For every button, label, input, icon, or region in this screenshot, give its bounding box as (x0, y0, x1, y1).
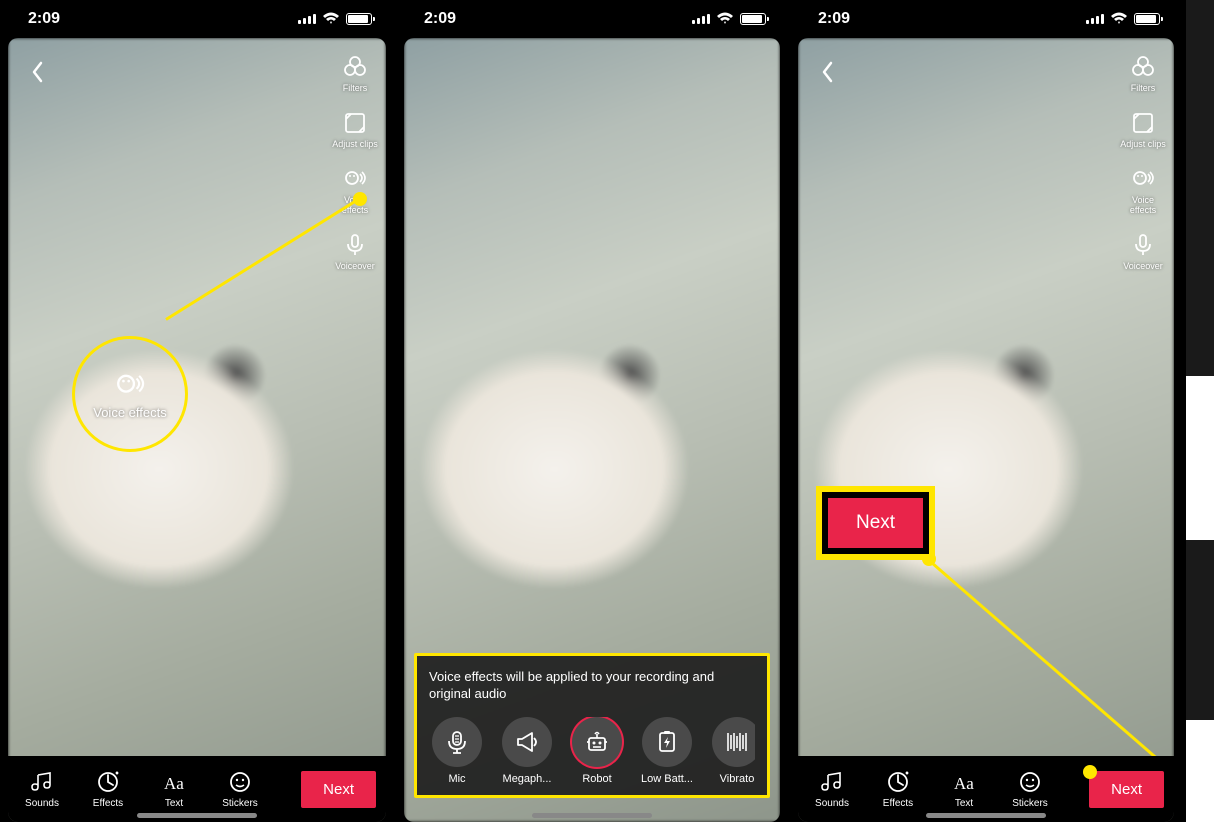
voice-effects-row[interactable]: Mic Megaph... Robot Low Batt... Vibrato (429, 717, 755, 785)
low-battery-icon (642, 717, 692, 767)
filters-tool[interactable]: Filters (1118, 52, 1168, 94)
voice-effects-tool[interactable]: Voice effects (330, 164, 380, 216)
sounds-icon (819, 769, 845, 795)
voice-effect-megaphone[interactable]: Megaph... (499, 717, 555, 785)
effects-tool[interactable]: Effects (874, 769, 922, 809)
callout-label: Next (828, 498, 923, 548)
back-button[interactable] (22, 56, 54, 88)
battery-icon (740, 13, 766, 25)
text-icon (161, 769, 187, 795)
filters-label: Filters (343, 84, 368, 94)
voiceover-label: Voiceover (335, 262, 375, 272)
annotation-callout-next: Next (816, 486, 935, 560)
adjust-clips-tool[interactable]: Adjust clips (1118, 108, 1168, 150)
status-bar: 2:09 (396, 0, 788, 38)
voice-effect-vibrato[interactable]: Vibrato (709, 717, 755, 785)
page-margin-decoration (1186, 0, 1214, 822)
voice-effect-low-battery[interactable]: Low Batt... (639, 717, 695, 785)
next-button[interactable]: Next (1089, 771, 1164, 808)
stickers-tool[interactable]: Stickers (216, 769, 264, 809)
effects-tool[interactable]: Effects (84, 769, 132, 809)
voice-effects-tool[interactable]: Voice effects (1118, 164, 1168, 216)
right-tool-rail: Filters Adjust clips Voice effects Voice… (330, 52, 380, 271)
robot-icon (572, 717, 622, 767)
adjust-clips-tool[interactable]: Adjust clips (330, 108, 380, 150)
voice-effect-robot[interactable]: Robot (569, 717, 625, 785)
home-indicator (137, 813, 257, 818)
stickers-icon (227, 769, 253, 795)
callout-label: Voice effects (93, 406, 166, 421)
voice-effects-panel: Voice effects will be applied to your re… (414, 653, 770, 798)
effects-icon (95, 769, 121, 795)
mic-icon (432, 717, 482, 767)
voice-effects-message: Voice effects will be applied to your re… (429, 668, 755, 703)
vibrato-icon (712, 717, 755, 767)
stickers-tool[interactable]: Stickers (1006, 769, 1054, 809)
wifi-icon (716, 12, 734, 26)
sounds-tool[interactable]: Sounds (18, 769, 66, 809)
adjust-clips-icon (1128, 108, 1158, 138)
status-time: 2:09 (424, 10, 456, 28)
phone-screen-3: 2:09 Filters Adjust clips Voice effects (788, 0, 1182, 822)
sounds-tool[interactable]: Sounds (808, 769, 856, 809)
voiceover-icon (340, 230, 370, 260)
adjust-clips-icon (340, 108, 370, 138)
signal-icon (1086, 14, 1104, 24)
voice-effect-mic[interactable]: Mic (429, 717, 485, 785)
status-bar: 2:09 (790, 0, 1182, 38)
wifi-icon (1110, 12, 1128, 26)
text-tool[interactable]: Text (940, 769, 988, 809)
text-tool[interactable]: Text (150, 769, 198, 809)
adjust-clips-label: Adjust clips (332, 140, 378, 150)
megaphone-icon (502, 717, 552, 767)
home-indicator (532, 813, 652, 818)
signal-icon (298, 14, 316, 24)
phone-screen-2: 2:09 Voice effects will be applied to yo… (394, 0, 788, 822)
filters-icon (340, 52, 370, 82)
voiceover-icon (1128, 230, 1158, 260)
annotation-pointer-dot (1083, 765, 1097, 779)
voice-effects-icon (113, 368, 147, 402)
wifi-icon (322, 12, 340, 26)
phone-screen-1: 2:09 Filters Adjust clips Voice effects (0, 0, 394, 822)
status-time: 2:09 (28, 10, 60, 28)
back-button[interactable] (812, 56, 844, 88)
battery-icon (1134, 13, 1160, 25)
annotation-callout-voice-effects: Voice effects (72, 336, 188, 452)
voice-effects-icon (340, 164, 370, 194)
filters-tool[interactable]: Filters (330, 52, 380, 94)
text-icon (951, 769, 977, 795)
battery-icon (346, 13, 372, 25)
status-time: 2:09 (818, 10, 850, 28)
stickers-icon (1017, 769, 1043, 795)
annotation-pointer-dot (353, 192, 367, 206)
sounds-icon (29, 769, 55, 795)
home-indicator (926, 813, 1046, 818)
effects-icon (885, 769, 911, 795)
filters-icon (1128, 52, 1158, 82)
status-bar: 2:09 (0, 0, 394, 38)
signal-icon (692, 14, 710, 24)
voiceover-tool[interactable]: Voiceover (1118, 230, 1168, 272)
next-button[interactable]: Next (301, 771, 376, 808)
right-tool-rail: Filters Adjust clips Voice effects Voice… (1118, 52, 1168, 271)
voice-effects-icon (1128, 164, 1158, 194)
voiceover-tool[interactable]: Voiceover (330, 230, 380, 272)
